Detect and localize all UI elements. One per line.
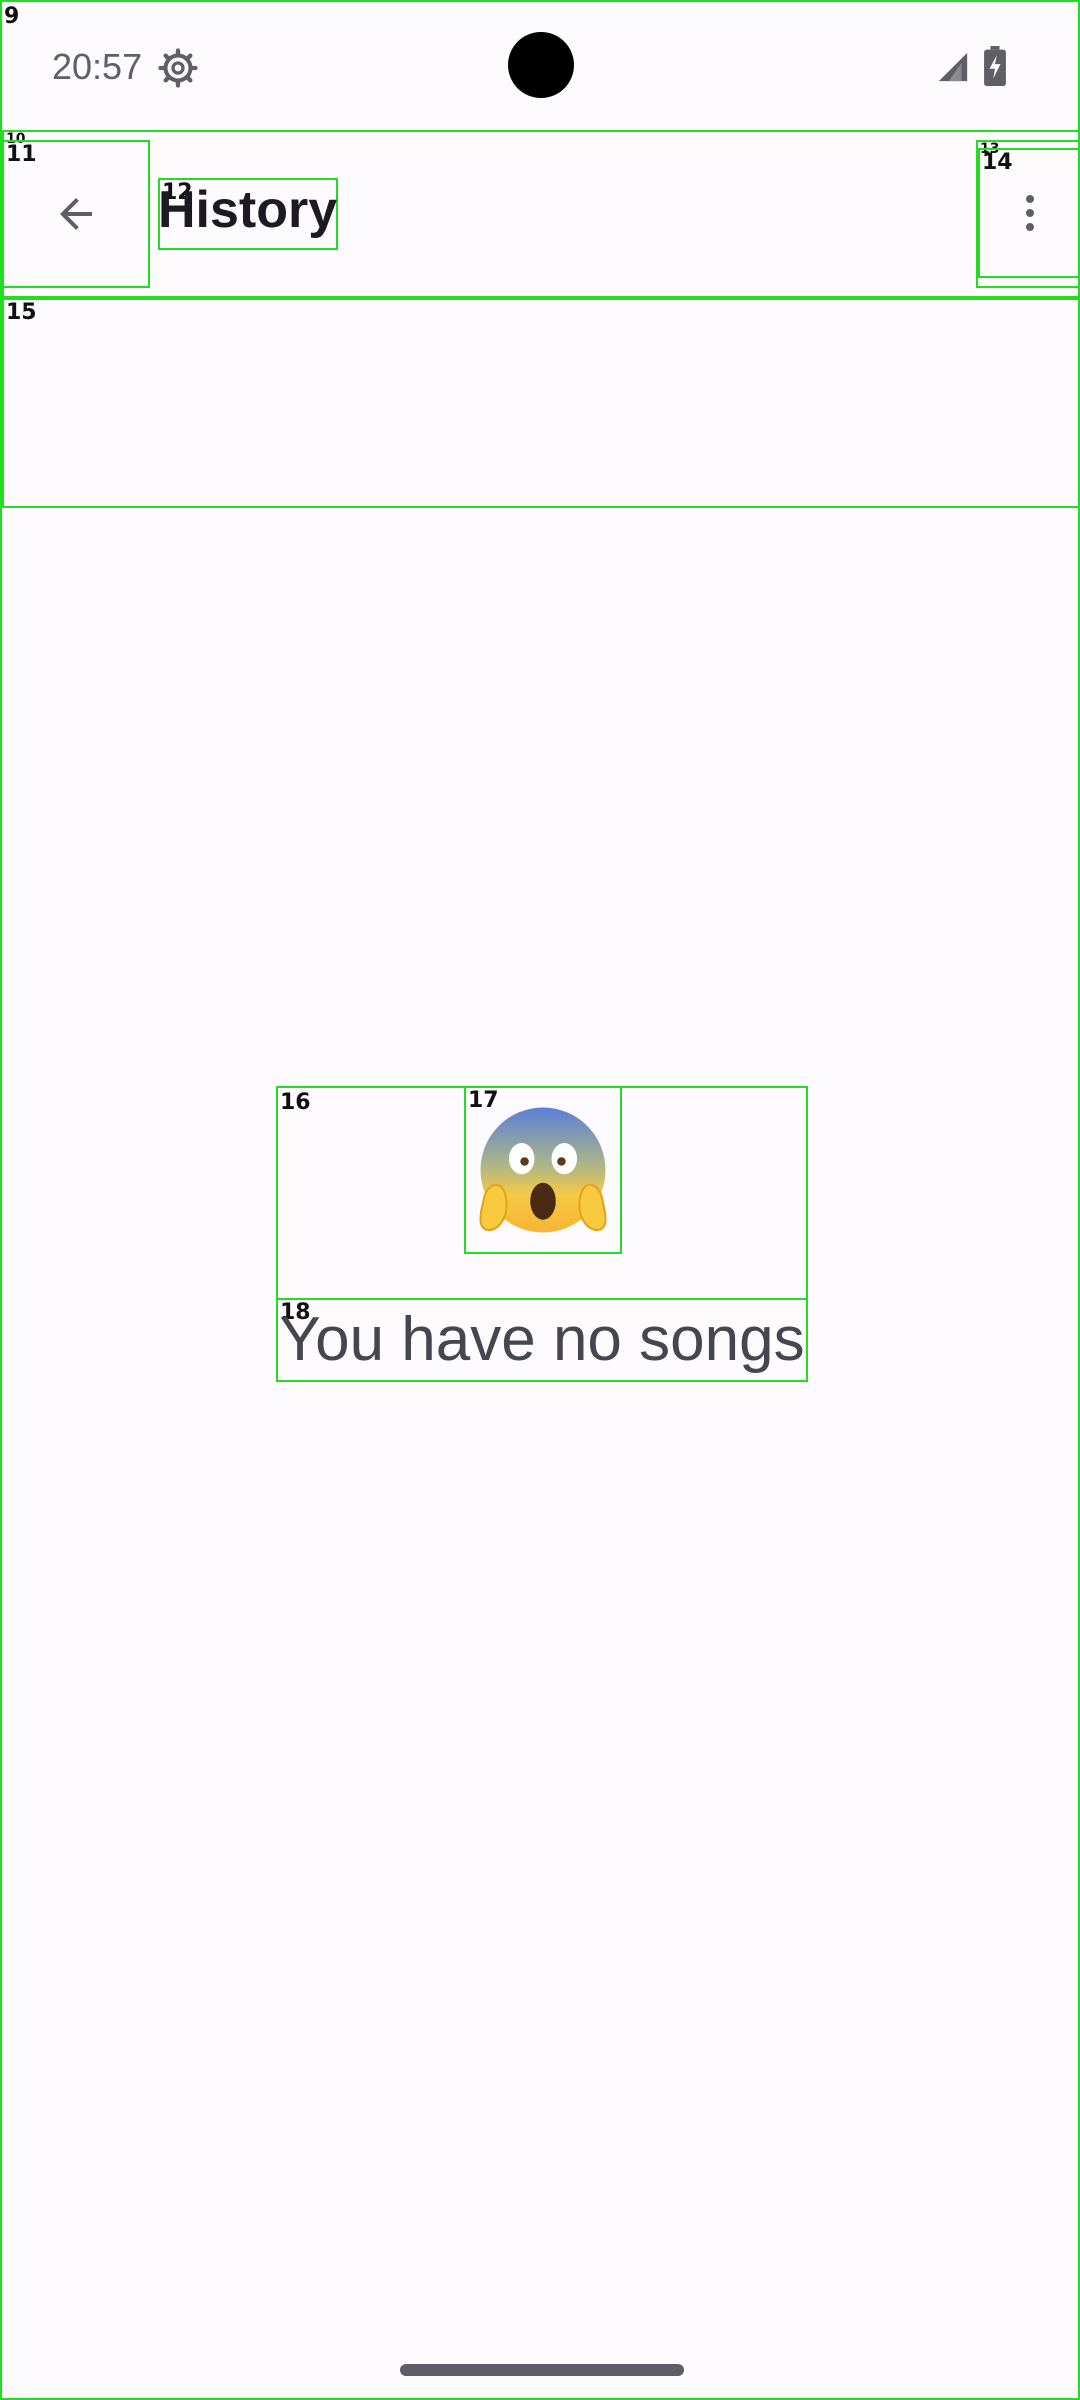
empty-state-emoji: 17 <box>464 1086 622 1254</box>
sub-header-area: 15 <box>2 298 1080 508</box>
signal-icon <box>938 52 968 82</box>
overlay-label: 11 <box>6 142 37 167</box>
overlay-label: 17 <box>468 1088 499 1113</box>
settings-gear-icon <box>158 48 198 88</box>
status-time: 20:57 <box>52 46 143 87</box>
more-vert-icon <box>1026 195 1034 231</box>
empty-state-message: You have no songs <box>279 1305 805 1374</box>
home-indicator[interactable] <box>400 2364 684 2376</box>
camera-cutout <box>508 32 574 98</box>
overflow-menu-button[interactable]: 14 <box>978 148 1080 278</box>
battery-charging-icon <box>984 46 1006 86</box>
back-button[interactable]: 11 <box>2 140 150 288</box>
arrow-back-icon <box>60 198 92 230</box>
status-bar: 20:57 <box>2 2 1080 130</box>
screaming-face-icon <box>479 1107 607 1233</box>
overlay-label: 15 <box>6 300 37 325</box>
screen-root: 9 20:57 10 11 12 History 13 14 15 16 17 … <box>0 0 1080 2400</box>
overlay-label: 14 <box>982 150 1013 175</box>
page-title: History <box>158 181 338 239</box>
overlay-label: 16 <box>280 1090 311 1115</box>
